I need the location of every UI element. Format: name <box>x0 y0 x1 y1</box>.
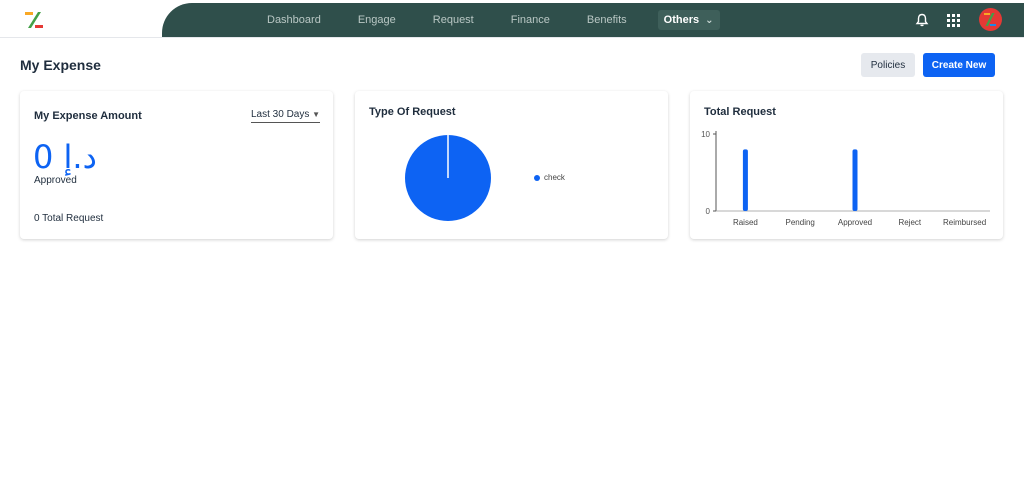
nav-benefits[interactable]: Benefits <box>587 14 627 26</box>
nav-request[interactable]: Request <box>433 14 474 26</box>
nav-finance[interactable]: Finance <box>511 14 550 26</box>
expense-amount-value: 0 د.إ <box>33 138 97 176</box>
apps-button[interactable] <box>947 3 960 37</box>
chevron-down-icon: ⌄ <box>705 14 714 26</box>
x-tick-label-approved: Approved <box>838 218 872 227</box>
nav-others[interactable]: Others ⌄ <box>657 10 720 30</box>
y-tick-label: 0 <box>706 207 711 216</box>
nav-dashboard[interactable]: Dashboard <box>267 14 321 26</box>
expense-status-label: Approved <box>34 175 77 186</box>
date-range-value: Last 30 Days <box>251 109 310 120</box>
bell-icon <box>915 13 929 27</box>
pie-legend: check <box>534 173 565 182</box>
legend-label-check: check <box>544 173 565 182</box>
y-tick-label: 10 <box>701 130 710 139</box>
nav-engage[interactable]: Engage <box>358 14 396 26</box>
total-request-bar-chart: 10 0 Raised Pending Approved Reject Reimbursed <box>701 130 990 227</box>
x-tick-label-pending: Pending <box>786 218 815 227</box>
bar-approved[interactable] <box>852 149 858 211</box>
total-request-count: 0 Total Request <box>34 213 104 224</box>
avatar-logo-icon <box>984 13 996 26</box>
page-title: My Expense <box>20 57 101 73</box>
apps-grid-icon <box>947 13 960 27</box>
create-new-button[interactable]: Create New <box>923 53 995 77</box>
notification-button[interactable] <box>915 3 929 37</box>
caret-down-icon: ▼ <box>312 110 320 119</box>
x-tick-label-reimbursed: Reimbursed <box>943 218 986 227</box>
expense-amount-card: My Expense Amount Last 30 Days ▼ 0 د.إ A… <box>20 91 333 239</box>
main-nav: Dashboard Engage Request Finance Benefit… <box>267 3 757 37</box>
avatar[interactable] <box>979 8 1002 31</box>
expense-amount-title: My Expense Amount <box>34 110 142 122</box>
legend-dot <box>534 174 540 181</box>
app-logo-icon[interactable] <box>24 10 44 30</box>
policies-button[interactable]: Policies <box>861 53 915 77</box>
type-of-request-card: Type Of Request check <box>355 91 668 239</box>
date-range-select[interactable]: Last 30 Days ▼ <box>251 109 320 123</box>
x-tick-label-reject: Reject <box>898 218 921 227</box>
x-tick-label-raised: Raised <box>733 218 758 227</box>
nav-others-label: Others <box>663 14 700 26</box>
type-of-request-title: Type Of Request <box>369 106 456 118</box>
type-pie-chart <box>405 135 491 221</box>
bar-raised[interactable] <box>742 149 748 211</box>
total-request-title: Total Request <box>704 106 776 118</box>
total-request-card: Total Request 10 0 Raised Pending Approved Re… <box>690 91 1003 239</box>
